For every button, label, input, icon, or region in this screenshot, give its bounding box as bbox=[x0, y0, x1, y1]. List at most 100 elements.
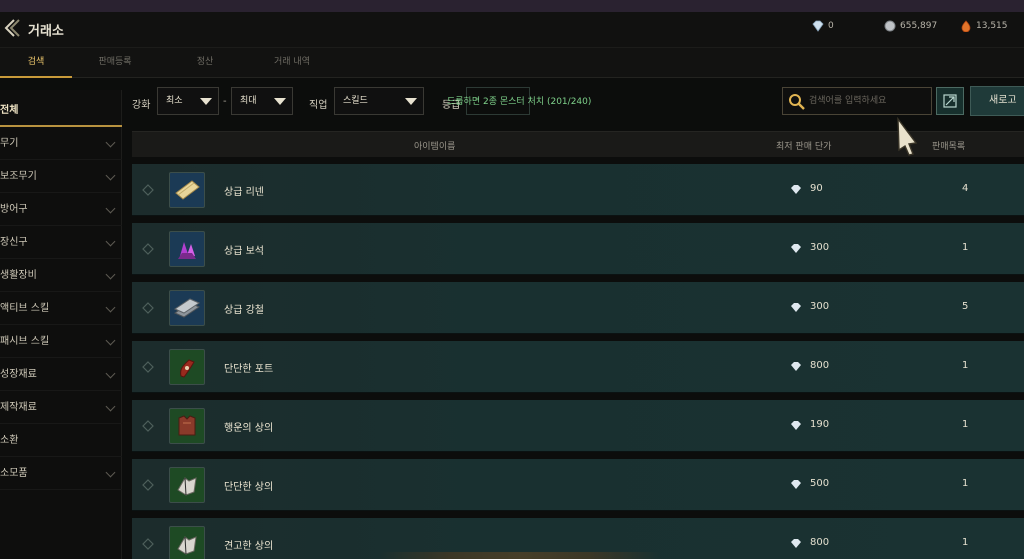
sidebar-item-label: 전체 bbox=[0, 105, 19, 116]
crystal-icon bbox=[791, 421, 801, 430]
chevron-down-icon bbox=[105, 269, 116, 280]
steel-ingot-icon bbox=[169, 290, 205, 326]
sidebar-item-armor[interactable]: 방어구 bbox=[0, 193, 122, 226]
mouse-cursor-icon bbox=[897, 117, 918, 156]
item-price: 300 bbox=[810, 301, 830, 312]
crystal-icon bbox=[791, 539, 801, 548]
table-row[interactable]: 단단한 상의 500 1 bbox=[132, 459, 1024, 511]
refresh-button[interactable]: 새로고 bbox=[970, 86, 1024, 116]
table-row[interactable]: 행운의 상의 190 1 bbox=[132, 400, 1024, 452]
silver-coin-icon bbox=[884, 20, 896, 32]
sidebar-item-accessory[interactable]: 장신구 bbox=[0, 226, 122, 259]
enhance-min-select[interactable]: 최소 bbox=[157, 87, 219, 115]
category-sidebar: 전체 무기 보조무기 방어구 장신구 생활장비 액티브 스킬 패시브 스킬 성장… bbox=[0, 90, 122, 559]
favorite-pin-icon[interactable] bbox=[142, 302, 154, 314]
enhance-max-select[interactable]: 최대 bbox=[231, 87, 293, 115]
column-header-item-name[interactable]: 아이템이름 bbox=[414, 139, 455, 152]
enhance-max-value: 최대 bbox=[240, 96, 257, 106]
crystal-icon bbox=[791, 244, 801, 253]
sidebar-item-label: 패시브 스킬 bbox=[0, 336, 50, 347]
sidebar-item-label: 장신구 bbox=[0, 237, 28, 248]
red-gem-amount: 13,515 bbox=[976, 21, 1008, 31]
sidebar-item-label: 액티브 스킬 bbox=[0, 303, 50, 314]
item-name: 상급 강철 bbox=[224, 305, 264, 316]
sidebar-item-passive-skill[interactable]: 패시브 스킬 bbox=[0, 325, 122, 358]
range-separator: - bbox=[223, 96, 227, 107]
chevron-down-icon bbox=[105, 170, 116, 181]
tab-settlement[interactable]: 정산 bbox=[170, 48, 240, 78]
quest-tracker-text: 드롭하면 2종 몬스터 처치 (201/240) bbox=[447, 97, 592, 107]
favorite-pin-icon[interactable] bbox=[142, 243, 154, 255]
item-name: 단단한 상의 bbox=[224, 482, 274, 493]
crystal-amount: 0 bbox=[828, 21, 834, 31]
title-bar bbox=[0, 12, 1024, 48]
sidebar-item-growth-material[interactable]: 성장재료 bbox=[0, 358, 122, 391]
armor-white-icon bbox=[169, 526, 205, 559]
sidebar-item-weapon[interactable]: 무기 bbox=[0, 127, 122, 160]
tab-trade-history[interactable]: 거래 내역 bbox=[254, 48, 330, 78]
sidebar-item-label: 성장재료 bbox=[0, 369, 37, 380]
sidebar-item-life-gear[interactable]: 생활장비 bbox=[0, 259, 122, 292]
chevron-down-icon bbox=[105, 335, 116, 346]
table-header: 아이템이름 최저 판매 단가 판매목록 bbox=[132, 131, 1024, 157]
sidebar-item-summon[interactable]: 소환 bbox=[0, 424, 122, 457]
table-row[interactable]: 단단한 포트 800 1 bbox=[132, 341, 1024, 393]
sidebar-item-label: 방어구 bbox=[0, 204, 28, 215]
gem-crystal-icon bbox=[169, 231, 205, 267]
sidebar-item-active-skill[interactable]: 액티브 스킬 bbox=[0, 292, 122, 325]
sidebar-item-label: 생활장비 bbox=[0, 270, 37, 281]
item-name: 상급 보석 bbox=[224, 246, 264, 257]
sidebar-item-craft-material[interactable]: 제작재료 bbox=[0, 391, 122, 424]
sidebar-item-label: 소모품 bbox=[0, 468, 28, 479]
favorite-pin-icon[interactable] bbox=[142, 361, 154, 373]
crystal-icon bbox=[791, 362, 801, 371]
sidebar-item-consumable[interactable]: 소모품 bbox=[0, 457, 122, 490]
tab-register-sale[interactable]: 판매등록 bbox=[80, 48, 150, 78]
class-select[interactable]: 스킬드 bbox=[334, 87, 424, 115]
item-price: 190 bbox=[810, 419, 830, 430]
expand-icon bbox=[943, 94, 957, 108]
linen-icon bbox=[169, 172, 205, 208]
item-name: 행운의 상의 bbox=[224, 423, 274, 434]
item-price: 90 bbox=[810, 183, 823, 194]
table-row[interactable]: 상급 강철 300 5 bbox=[132, 282, 1024, 334]
sidebar-item-label: 제작재료 bbox=[0, 402, 37, 413]
chevron-down-icon bbox=[105, 137, 116, 148]
item-listing-count: 1 bbox=[962, 537, 969, 548]
favorite-pin-icon[interactable] bbox=[142, 420, 154, 432]
silver-amount: 655,897 bbox=[900, 21, 938, 31]
table-row[interactable]: 상급 보석 300 1 bbox=[132, 223, 1024, 275]
window-title: 거래소 bbox=[28, 24, 64, 39]
back-icon[interactable] bbox=[2, 18, 20, 38]
search-box[interactable] bbox=[782, 87, 932, 115]
enhance-min-value: 최소 bbox=[166, 96, 183, 106]
sidebar-item-all[interactable]: 전체 bbox=[0, 94, 122, 127]
search-icon bbox=[789, 94, 805, 110]
filter-toggle-button[interactable] bbox=[936, 87, 964, 115]
search-input[interactable] bbox=[809, 92, 927, 110]
sidebar-item-sub-weapon[interactable]: 보조무기 bbox=[0, 160, 122, 193]
crystal-icon bbox=[791, 303, 801, 312]
favorite-pin-icon[interactable] bbox=[142, 184, 154, 196]
column-header-lowest-price[interactable]: 최저 판매 단가 bbox=[776, 139, 831, 152]
tab-search[interactable]: 검색 bbox=[0, 48, 72, 78]
favorite-pin-icon[interactable] bbox=[142, 479, 154, 491]
favorite-pin-icon[interactable] bbox=[142, 538, 154, 550]
item-listing-count: 1 bbox=[962, 360, 969, 371]
top-strip bbox=[0, 0, 1024, 12]
crystal-icon bbox=[791, 185, 801, 194]
item-price: 800 bbox=[810, 360, 830, 371]
sidebar-item-label: 보조무기 bbox=[0, 171, 37, 182]
item-price: 500 bbox=[810, 478, 830, 489]
item-listing-count: 5 bbox=[962, 301, 969, 312]
silver-currency: 655,897 bbox=[884, 20, 937, 32]
table-row[interactable]: 상급 리넨 90 4 bbox=[132, 164, 1024, 216]
red-gem-icon bbox=[961, 20, 971, 32]
chevron-down-icon bbox=[105, 236, 116, 247]
item-name: 단단한 포트 bbox=[224, 364, 274, 375]
potion-icon bbox=[169, 349, 205, 385]
item-listing-count: 4 bbox=[962, 183, 969, 194]
column-header-listings[interactable]: 판매목록 bbox=[932, 139, 965, 152]
item-listing-count: 1 bbox=[962, 242, 969, 253]
chevron-down-icon bbox=[105, 467, 116, 478]
